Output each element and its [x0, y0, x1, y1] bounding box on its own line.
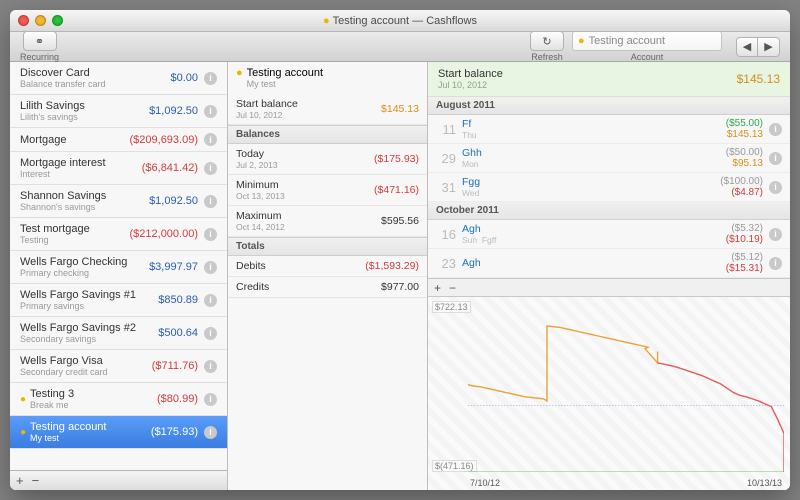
account-row[interactable]: Shannon SavingsShannon's savings$1,092.5… [10, 185, 227, 218]
balance-chart[interactable]: $722.13 $(471.16) 7/10/12 10/13/13 [428, 296, 790, 490]
summary-title: ● Testing account My test [228, 62, 427, 94]
account-field[interactable]: ●Testing account [572, 31, 722, 51]
account-row[interactable]: ●Testing accountMy test($175.93)i [10, 416, 227, 449]
account-row[interactable]: Mortgage interestInterest($6,841.42)i [10, 152, 227, 185]
info-icon[interactable]: i [204, 360, 217, 373]
account-row[interactable]: Wells Fargo Savings #1Primary savings$85… [10, 284, 227, 317]
info-icon[interactable]: i [204, 162, 217, 175]
info-icon[interactable]: i [769, 181, 782, 194]
summary-pane: ● Testing account My test Start balanceJ… [228, 62, 428, 490]
nav-buttons: ◀ ▶ [736, 37, 780, 57]
chart-xmin-label: 7/10/12 [470, 478, 500, 488]
content: Discover CardBalance transfer card$0.00i… [10, 62, 790, 490]
refresh-label: Refresh [531, 52, 563, 62]
transaction-row[interactable]: 29GhhMon($50.00)$95.13i [428, 144, 790, 173]
ledger-footer: + − [428, 278, 790, 296]
refresh-button[interactable]: ↻ [530, 31, 564, 51]
month-header: August 2011 [428, 97, 790, 115]
info-icon[interactable]: i [204, 228, 217, 241]
info-icon[interactable]: i [204, 72, 217, 85]
account-field-label: Account [631, 52, 664, 62]
accounts-sidebar: Discover CardBalance transfer card$0.00i… [10, 62, 228, 490]
summary-start: Start balanceJul 10, 2012 $145.13 [228, 94, 427, 125]
info-icon[interactable]: i [204, 294, 217, 307]
recurring-button[interactable]: ⚭ [23, 31, 57, 51]
summary-maximum: MaximumOct 14, 2012 $595.56 [228, 206, 427, 237]
nav-forward-button[interactable]: ▶ [758, 37, 780, 57]
add-tx-button[interactable]: + [434, 281, 441, 295]
transaction-row[interactable]: 23Agh($5.12)($15.31)i [428, 249, 790, 278]
transaction-row[interactable]: 11FfThu($55.00)$145.13i [428, 115, 790, 144]
info-icon[interactable]: i [769, 152, 782, 165]
info-icon[interactable]: i [204, 133, 217, 146]
recurring-label: Recurring [20, 52, 59, 62]
info-icon[interactable]: i [769, 257, 782, 270]
app-window: ●Testing account — Cashflows ⚭ Recurring… [10, 10, 790, 490]
transaction-row[interactable]: 16AghSun Fgff($5.32)($10.19)i [428, 220, 790, 249]
remove-tx-button[interactable]: − [449, 281, 456, 295]
account-row[interactable]: Discover CardBalance transfer card$0.00i [10, 62, 227, 95]
info-icon[interactable]: i [204, 195, 217, 208]
info-icon[interactable]: i [204, 426, 217, 439]
info-icon[interactable]: i [769, 228, 782, 241]
account-row[interactable]: Wells Fargo Savings #2Secondary savings$… [10, 317, 227, 350]
add-account-button[interactable]: + [16, 473, 24, 488]
window-title: ●Testing account — Cashflows [10, 15, 790, 27]
summary-minimum: MinimumOct 13, 2013 ($471.16) [228, 175, 427, 206]
summary-debits: Debits ($1,593.29) [228, 256, 427, 277]
ledger-start-balance: Start balanceJul 10, 2012$145.13 [428, 62, 790, 97]
summary-today: TodayJul 2, 2013 ($175.93) [228, 144, 427, 175]
account-row[interactable]: Wells Fargo CheckingPrimary checking$3,9… [10, 251, 227, 284]
info-icon[interactable]: i [204, 105, 217, 118]
account-row[interactable]: ●Testing 3Break me($80.99)i [10, 383, 227, 416]
account-row[interactable]: Lilith SavingsLilith's savings$1,092.50i [10, 95, 227, 128]
ledger-pane: Start balanceJul 10, 2012$145.13August 2… [428, 62, 790, 490]
remove-account-button[interactable]: − [32, 473, 40, 488]
info-icon[interactable]: i [204, 393, 217, 406]
info-icon[interactable]: i [204, 261, 217, 274]
account-row[interactable]: Wells Fargo VisaSecondary credit card($7… [10, 350, 227, 383]
sidebar-footer: + − [10, 470, 227, 490]
chart-ymax-label: $722.13 [432, 301, 471, 313]
toolbar: ⚭ Recurring ↻ Refresh ●Testing account A… [10, 32, 790, 62]
account-row[interactable]: Mortgage($209,693.09)i [10, 128, 227, 152]
titlebar[interactable]: ●Testing account — Cashflows [10, 10, 790, 32]
nav-back-button[interactable]: ◀ [736, 37, 758, 57]
account-row[interactable]: Test mortgageTesting($212,000.00)i [10, 218, 227, 251]
totals-header: Totals [228, 237, 427, 256]
transaction-row[interactable]: 31FggWed($100.00)($4.87)i [428, 173, 790, 202]
summary-credits: Credits $977.00 [228, 277, 427, 298]
chart-xmax-label: 10/13/13 [747, 478, 782, 488]
info-icon[interactable]: i [204, 327, 217, 340]
balances-header: Balances [228, 125, 427, 144]
month-header: October 2011 [428, 202, 790, 220]
info-icon[interactable]: i [769, 123, 782, 136]
